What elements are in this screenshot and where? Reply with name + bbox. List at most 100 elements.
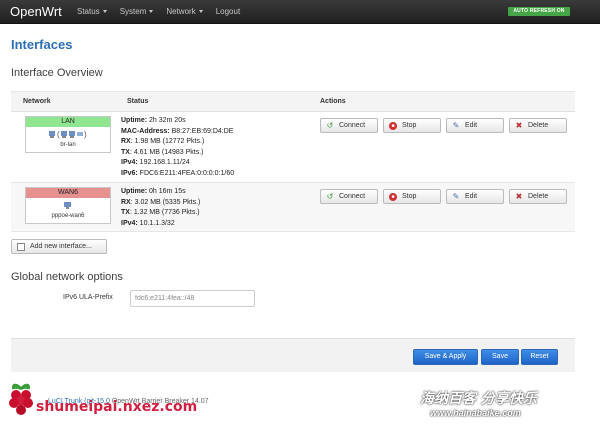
save-apply-button[interactable]: Save & Apply — [413, 349, 478, 365]
header-actions: Actions — [320, 98, 346, 105]
status-line: MAC-Address: B8:27:EB:69:D4:DE — [121, 127, 234, 138]
nav-system-label: System — [119, 7, 147, 16]
status-key: RX — [121, 198, 131, 206]
status-key: Uptime: — [121, 117, 148, 124]
nav-system[interactable]: System — [120, 7, 154, 16]
stop-label: Stop — [402, 193, 417, 200]
interface-name: LAN — [26, 117, 110, 127]
status-value: 10.1.1.3/32 — [137, 219, 175, 227]
add-interface-label: Add new interface... — [30, 243, 92, 250]
status-key: IPv6: — [121, 169, 138, 177]
chevron-down-icon — [198, 10, 203, 14]
connect-label: Connect — [339, 122, 366, 129]
status-key: IPv4: — [121, 159, 138, 166]
interfaces-table: Network Status Actions LAN ( ) br-lan Up… — [11, 91, 575, 232]
ula-prefix-label: IPv6 ULA-Prefix — [63, 294, 113, 301]
delete-icon: ✖ — [515, 121, 523, 130]
nav-logout-label: Logout — [215, 7, 241, 16]
status-value: 192.168.1.11/24 — [137, 159, 190, 166]
stop-button[interactable]: ■ Stop — [383, 189, 441, 204]
watermark-left: shumeipai.nxez.com — [6, 381, 197, 421]
connect-label: Connect — [339, 193, 366, 200]
watermark-right: 海纳百客 分享快乐 www.hainabaike.com — [420, 388, 596, 422]
table-row: WAN6 pppoe-wan6 Uptime: 0h 16m 15s RX: 3… — [11, 183, 575, 232]
status-key: IPv4: — [121, 219, 138, 227]
global-options-title: Global network options — [11, 271, 123, 283]
bridge-icon: ( ) — [49, 130, 88, 139]
raspberry-icon — [9, 383, 33, 415]
svg-text:): ) — [84, 130, 88, 139]
edit-label: Edit — [465, 193, 478, 200]
chevron-down-icon — [102, 10, 107, 14]
interface-badge-lan: LAN ( ) br-lan — [25, 116, 111, 153]
interface-overview-title: Interface Overview — [11, 67, 103, 79]
edit-icon: ✎ — [452, 121, 460, 130]
stop-icon: ■ — [389, 193, 397, 201]
status-line: RX: 1.98 MB (12772 Pkts.) — [121, 137, 234, 148]
watermark-left-text: shumeipai.nxez.com — [36, 399, 198, 415]
add-interface-button[interactable]: Add new interface... — [11, 239, 107, 254]
status-value: : 4.61 MB (14983 Pkts.) — [129, 148, 204, 156]
delete-button[interactable]: ✖ Delete — [509, 118, 567, 133]
add-icon — [17, 243, 25, 251]
table-row: LAN ( ) br-lan Uptime: 2h 32m 20s MAC-Ad… — [11, 112, 575, 183]
status-key: Uptime: — [121, 188, 148, 195]
brand-logo[interactable]: OpenWrt — [10, 4, 62, 19]
status-line: Uptime: 0h 16m 15s — [121, 187, 200, 198]
header-network: Network — [23, 98, 51, 105]
status-value: 0h 16m 15s — [147, 188, 186, 195]
connect-button[interactable]: ↺ Connect — [320, 118, 378, 133]
form-actions: Save & Apply Save Reset — [11, 338, 575, 372]
nav-network[interactable]: Network — [166, 7, 203, 16]
nav-status[interactable]: Status — [77, 7, 107, 16]
delete-label: Delete — [528, 122, 549, 129]
delete-button[interactable]: ✖ Delete — [509, 189, 567, 204]
page-title: Interfaces — [11, 37, 73, 52]
status-line: IPv4: 192.168.1.11/24 — [121, 158, 234, 169]
edit-button[interactable]: ✎ Edit — [446, 118, 504, 133]
delete-icon: ✖ — [515, 192, 523, 201]
nav-network-label: Network — [166, 7, 196, 16]
connect-icon: ↺ — [326, 192, 334, 201]
status-value: : 3.02 MB (5335 Pkts.) — [130, 198, 201, 206]
status-key: TX — [121, 148, 130, 156]
svg-text:(: ( — [57, 130, 61, 139]
status-line: RX: 3.02 MB (5335 Pkts.) — [121, 198, 200, 209]
status-key: RX — [121, 138, 131, 145]
connect-icon: ↺ — [326, 121, 334, 130]
stop-icon: ■ — [389, 122, 397, 130]
status-key: TX — [121, 209, 130, 216]
edit-button[interactable]: ✎ Edit — [446, 189, 504, 204]
edit-label: Edit — [465, 122, 478, 129]
interface-device: pppoe-wan6 — [51, 213, 85, 219]
status-line: Uptime: 2h 32m 20s — [121, 116, 234, 127]
status-value: : 1.98 MB (12772 Pkts.) — [130, 138, 205, 145]
connect-button[interactable]: ↺ Connect — [320, 189, 378, 204]
status-line: IPv6: FDC6:E211:4FEA:0:0:0:0:1/60 — [121, 169, 234, 180]
stop-button[interactable]: ■ Stop — [383, 118, 441, 133]
interface-name: WAN6 — [26, 188, 110, 198]
ethernet-icon — [64, 202, 71, 209]
ula-prefix-input[interactable] — [130, 290, 255, 307]
auto-refresh-toggle[interactable]: AUTO REFRESH ON — [508, 7, 570, 16]
top-navbar: OpenWrt Status System Network Logout AUT… — [0, 0, 600, 24]
header-status: Status — [127, 98, 149, 105]
chevron-down-icon — [149, 10, 154, 14]
delete-label: Delete — [528, 193, 549, 200]
status-key: MAC-Address: — [121, 127, 170, 135]
interface-badge-wan6: WAN6 pppoe-wan6 — [25, 187, 111, 224]
interface-status: Uptime: 0h 16m 15s RX: 3.02 MB (5335 Pkt… — [121, 187, 200, 229]
watermark-right-title: 海纳百客 分享快乐 — [420, 391, 537, 407]
stop-label: Stop — [402, 122, 417, 129]
watermark-right-url: www.hainabaike.com — [430, 408, 521, 418]
network-device-icon — [26, 201, 110, 212]
nav-logout[interactable]: Logout — [216, 7, 240, 16]
main-nav: Status System Network Logout — [77, 7, 253, 16]
reset-button[interactable]: Reset — [521, 349, 558, 365]
edit-icon: ✎ — [452, 192, 460, 201]
status-value: : 1.32 MB (7736 Pkts.) — [129, 209, 200, 216]
interface-device: br-lan — [60, 142, 76, 148]
table-header: Network Status Actions — [11, 91, 575, 112]
network-device-icon: ( ) — [26, 130, 110, 141]
save-button[interactable]: Save — [481, 349, 519, 365]
